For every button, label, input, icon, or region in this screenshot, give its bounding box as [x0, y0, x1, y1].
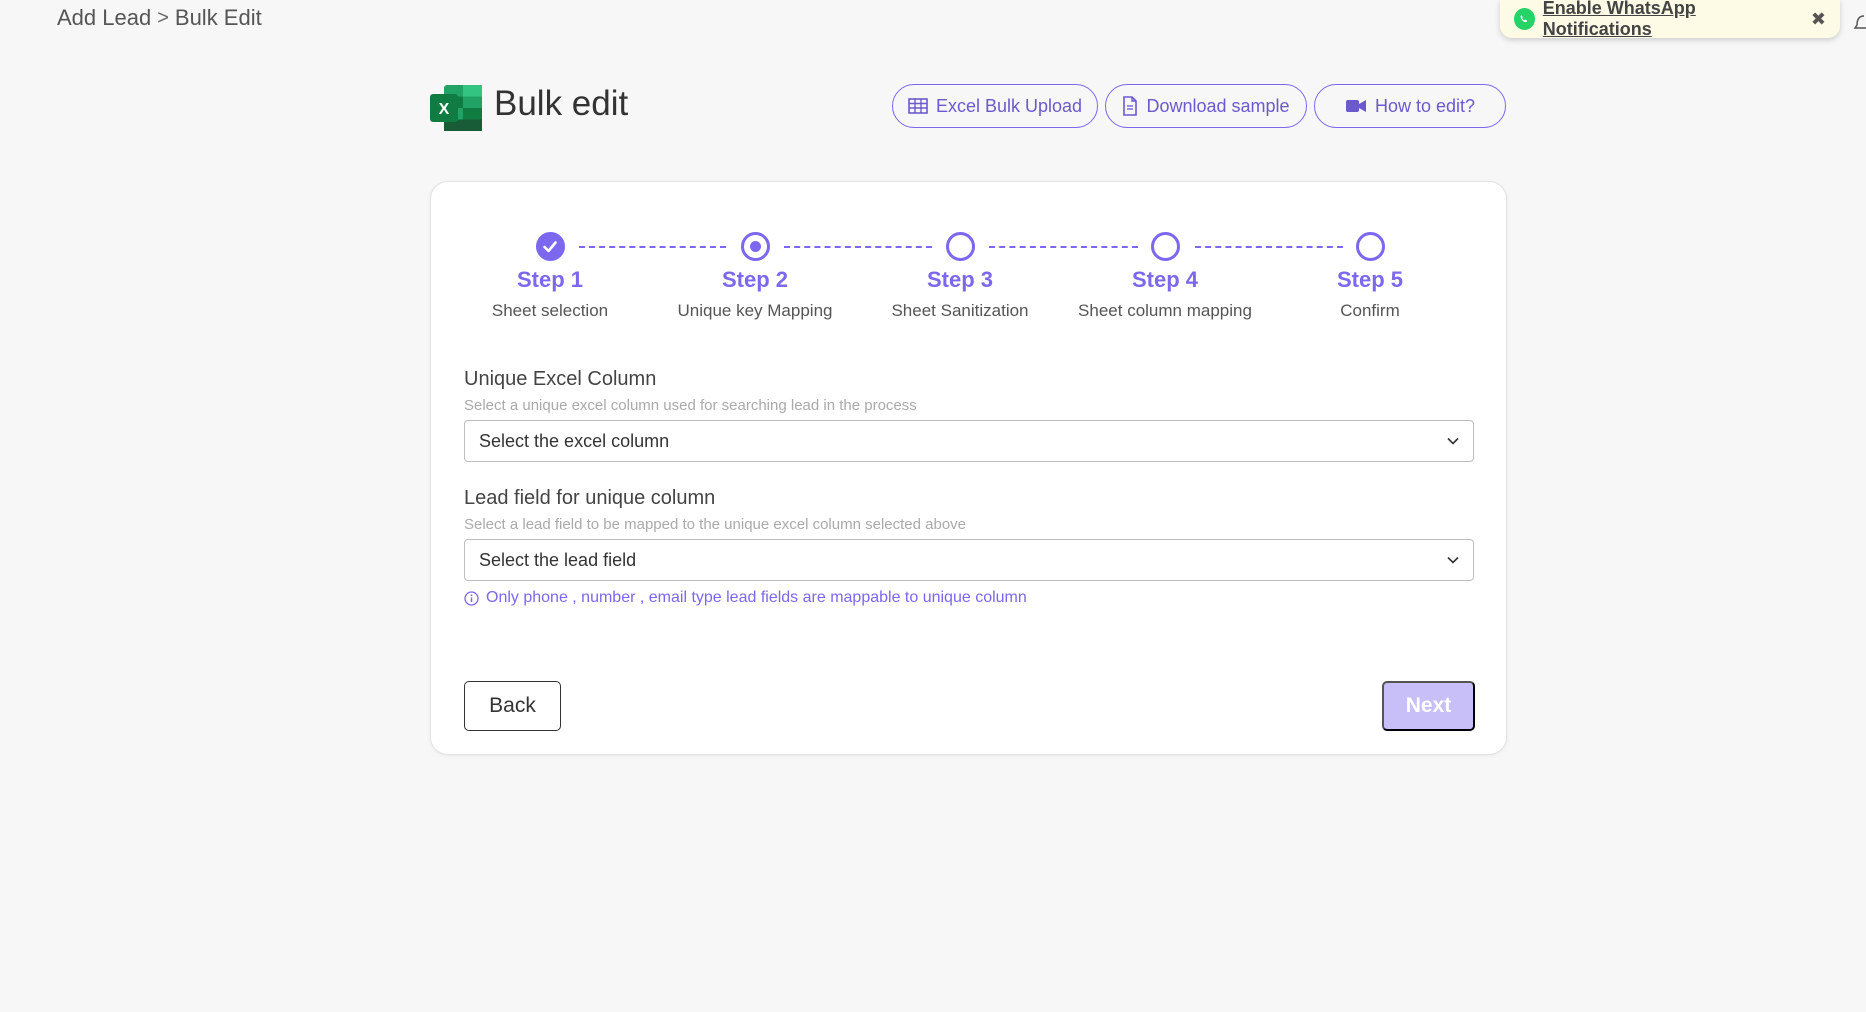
- step-5[interactable]: Step 5 Confirm: [1260, 224, 1480, 321]
- bulk-edit-card: Step 1 Sheet selection Step 2 Unique key…: [430, 181, 1507, 755]
- step-5-label: Confirm: [1340, 301, 1400, 320]
- table-icon: [908, 98, 928, 114]
- document-icon: [1123, 96, 1138, 116]
- whatsapp-icon: [1514, 8, 1535, 30]
- next-button[interactable]: Next: [1382, 681, 1475, 731]
- step-3[interactable]: Step 3 Sheet Sanitization: [850, 224, 1070, 321]
- step-1-number: Step 1: [516, 267, 584, 292]
- breadcrumb-separator: >: [157, 6, 169, 29]
- lead-field-subtitle: Select a lead field to be mapped to the …: [464, 516, 967, 533]
- step-3-label: Sheet Sanitization: [891, 301, 1029, 320]
- step-3-circle: [945, 232, 975, 261]
- page-header: X Bulk edit Excel Bulk Upload Download s…: [430, 82, 1507, 131]
- lead-field-info-note: Only phone , number , email type lead fi…: [464, 589, 1474, 607]
- step-4-number: Step 4: [1131, 267, 1199, 292]
- video-camera-icon: [1345, 100, 1366, 112]
- stepper: Step 1 Sheet selection Step 2 Unique key…: [431, 224, 1506, 324]
- excel-column-select-value: Select the excel column: [479, 430, 670, 451]
- how-to-edit-label: How to edit?: [1374, 95, 1476, 116]
- chevron-down-icon: [1447, 556, 1459, 564]
- unique-excel-column-title: Unique Excel Column: [464, 368, 657, 390]
- step-4-circle: [1150, 232, 1180, 261]
- info-icon: [464, 590, 479, 606]
- lead-field-section: Lead field for unique column Select a le…: [464, 487, 1474, 607]
- step-2-number: Step 2: [721, 267, 789, 292]
- unique-excel-column-subtitle: Select a unique excel column used for se…: [464, 397, 917, 414]
- checkmark-icon: [543, 240, 557, 252]
- back-button[interactable]: Back: [464, 681, 561, 731]
- step-4[interactable]: Step 4 Sheet column mapping: [1055, 224, 1275, 321]
- step-3-number: Step 3: [926, 267, 994, 292]
- step-4-label: Sheet column mapping: [1078, 301, 1252, 320]
- download-sample-button[interactable]: Download sample: [1105, 84, 1307, 128]
- close-icon[interactable]: ✖: [1811, 9, 1826, 30]
- excel-column-select[interactable]: Select the excel column: [464, 420, 1474, 462]
- chevron-down-icon: [1447, 437, 1459, 445]
- how-to-edit-button[interactable]: How to edit?: [1314, 84, 1506, 128]
- lead-field-select-value: Select the lead field: [479, 549, 637, 570]
- enable-whatsapp-link[interactable]: Enable WhatsApp Notifications: [1543, 0, 1795, 40]
- bell-icon[interactable]: [1852, 12, 1866, 34]
- breadcrumb-parent[interactable]: Add Lead: [57, 5, 151, 31]
- breadcrumb: Add Lead > Bulk Edit: [57, 5, 262, 31]
- page-title: Bulk edit: [494, 84, 629, 123]
- step-2-label: Unique key Mapping: [677, 301, 833, 320]
- step-5-number: Step 5: [1336, 267, 1404, 292]
- step-1-label: Sheet selection: [491, 301, 609, 320]
- breadcrumb-current: Bulk Edit: [174, 5, 262, 30]
- excel-icon: X: [430, 85, 482, 131]
- step-5-circle: [1355, 232, 1385, 261]
- lead-field-select[interactable]: Select the lead field: [464, 539, 1474, 581]
- excel-bulk-upload-label: Excel Bulk Upload: [935, 95, 1083, 116]
- step-1[interactable]: Step 1 Sheet selection: [440, 224, 660, 321]
- excel-bulk-upload-button[interactable]: Excel Bulk Upload: [892, 84, 1098, 128]
- step-1-circle: [535, 232, 565, 261]
- download-sample-label: Download sample: [1146, 95, 1290, 116]
- lead-field-title: Lead field for unique column: [464, 487, 716, 509]
- whatsapp-banner: Enable WhatsApp Notifications ✖: [1500, 0, 1840, 40]
- step-2-circle: [740, 232, 770, 261]
- lead-field-note-text: Only phone , number , email type lead fi…: [486, 589, 1027, 606]
- unique-excel-column-field: Unique Excel Column Select a unique exce…: [464, 368, 1474, 462]
- svg-text:X: X: [439, 101, 450, 118]
- step-2[interactable]: Step 2 Unique key Mapping: [645, 224, 865, 321]
- current-step-dot: [749, 241, 761, 252]
